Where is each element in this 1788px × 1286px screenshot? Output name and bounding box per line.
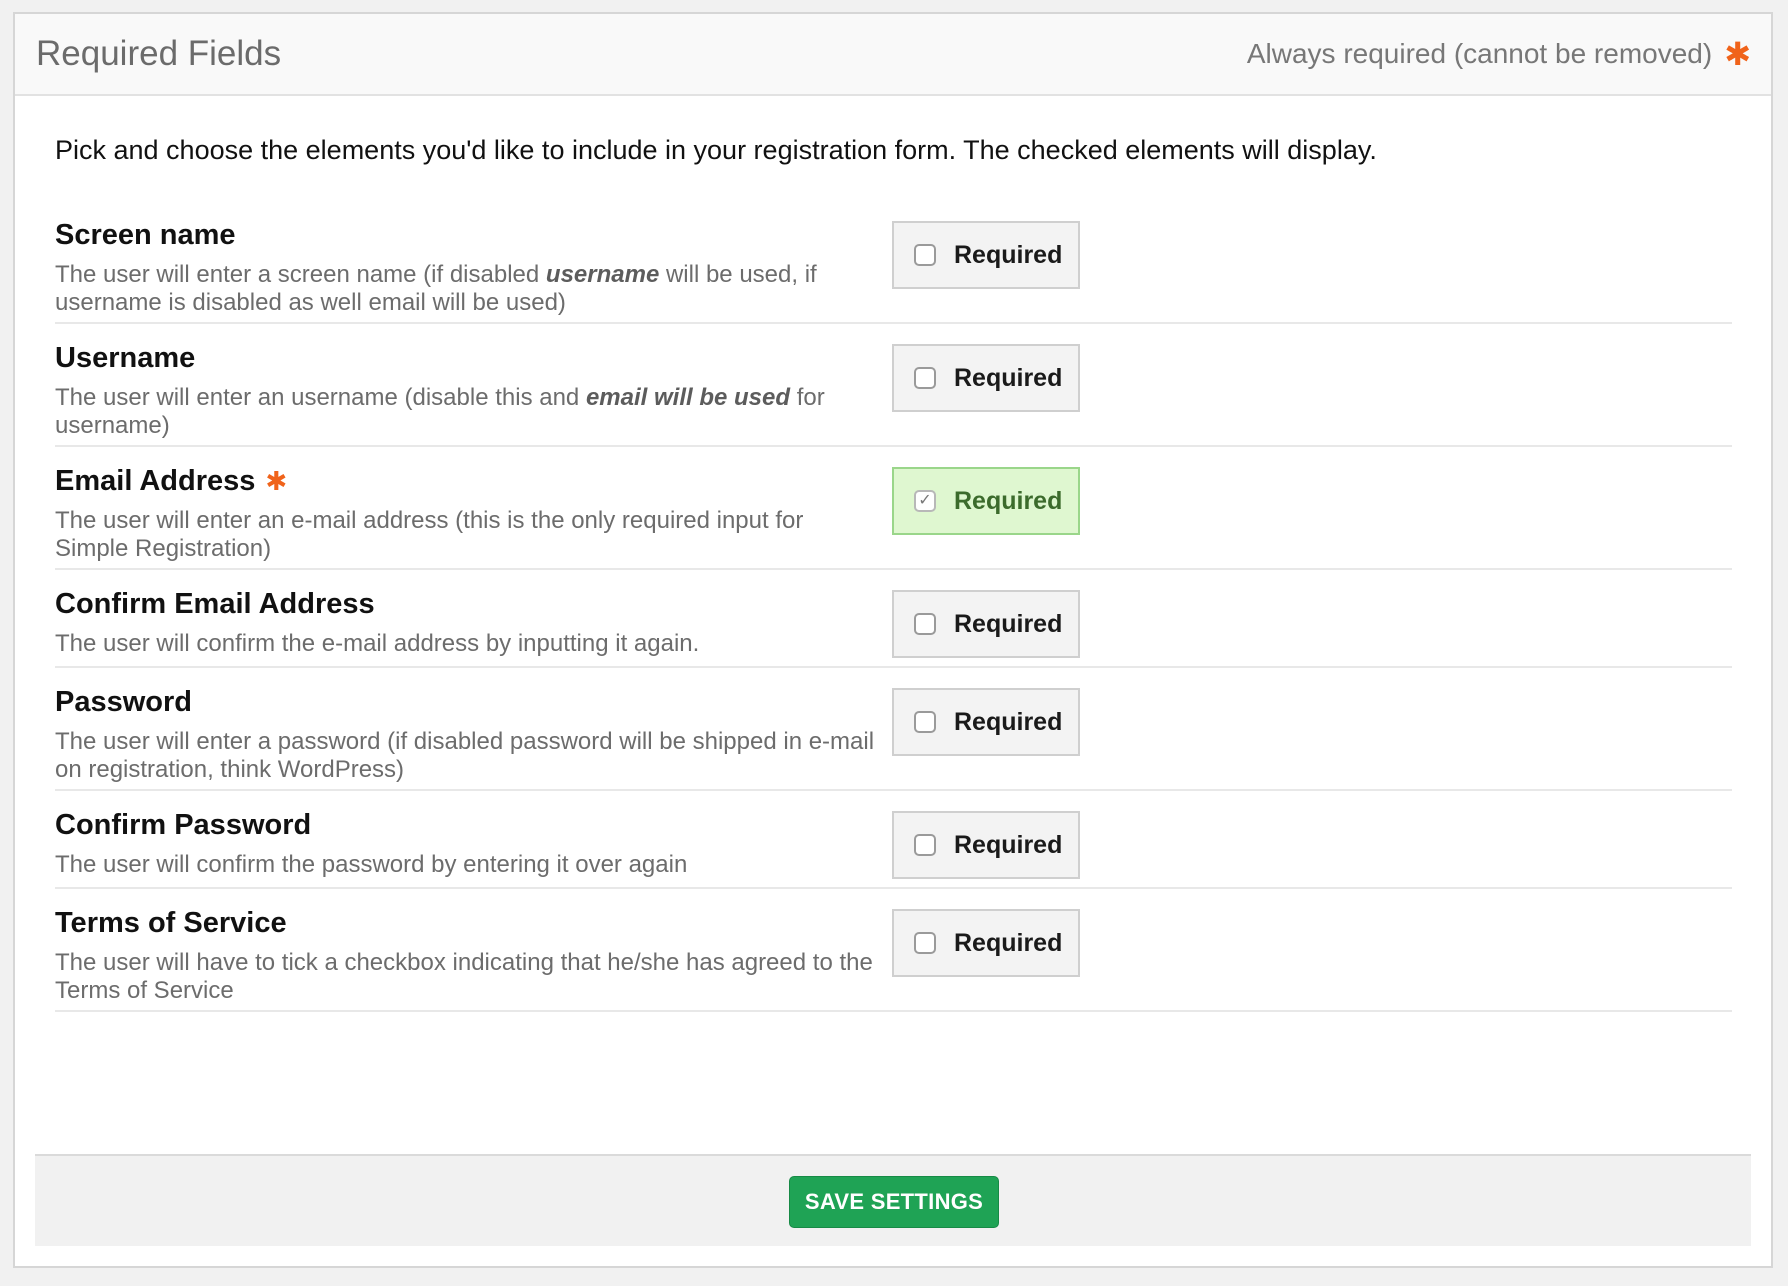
required-checkbox[interactable] xyxy=(914,932,936,954)
panel-header: Required Fields Always required (cannot … xyxy=(15,14,1771,96)
field-title: Confirm Password xyxy=(55,809,311,842)
field-description: The user will enter a screen name (if di… xyxy=(55,261,875,317)
required-label: Required xyxy=(954,830,1063,859)
field-title-text: Username xyxy=(55,342,196,374)
required-label: Required xyxy=(954,609,1063,638)
required-checkbox[interactable] xyxy=(914,367,936,389)
description-text: The user will enter a password (if disab… xyxy=(55,728,875,783)
description-emphasis: username xyxy=(545,261,660,288)
required-checkbox[interactable] xyxy=(914,834,936,856)
field-row-email-address: Email Address ✱ The user will enter an e… xyxy=(55,447,1732,570)
always-required-legend: Always required (cannot be removed) ✱ xyxy=(1247,35,1751,73)
legend-text: Always required (cannot be removed) xyxy=(1246,38,1713,69)
save-settings-button[interactable]: SAVE SETTINGS xyxy=(789,1176,999,1228)
field-list: Screen name The user will enter a screen… xyxy=(55,201,1732,1012)
required-toggle[interactable]: ✓ Required xyxy=(892,467,1080,535)
field-title: Terms of Service xyxy=(55,907,287,940)
required-toggle[interactable]: Required xyxy=(892,344,1080,412)
required-label: Required xyxy=(954,363,1063,392)
description-text: The user will have to tick a checkbox in… xyxy=(55,949,873,1004)
field-title: Screen name xyxy=(55,219,236,252)
footer-bar: SAVE SETTINGS xyxy=(35,1154,1751,1246)
asterisk-icon: ✱ xyxy=(265,466,288,497)
field-title-text: Terms of Service xyxy=(55,907,287,939)
required-toggle[interactable]: Required xyxy=(892,909,1080,977)
description-emphasis: email will be used xyxy=(585,384,791,411)
field-title-text: Screen name xyxy=(55,219,236,251)
field-title-text: Confirm Password xyxy=(55,809,312,841)
field-title: Confirm Email Address xyxy=(55,588,375,621)
field-row-terms-of-service: Terms of Service The user will have to t… xyxy=(55,889,1732,1012)
field-row-password: Password The user will enter a password … xyxy=(55,668,1732,791)
required-checkbox-checked[interactable]: ✓ xyxy=(914,490,936,512)
panel-title: Required Fields xyxy=(36,34,282,73)
field-description: The user will enter an username (disable… xyxy=(55,384,875,440)
required-toggle[interactable]: Required xyxy=(892,811,1080,879)
required-toggle[interactable]: Required xyxy=(892,688,1080,756)
field-description: The user will enter an e-mail address (t… xyxy=(55,507,875,563)
field-title-text: Password xyxy=(55,686,192,718)
required-label: Required xyxy=(954,486,1063,515)
field-title: Username xyxy=(55,342,195,375)
field-title: Email Address ✱ xyxy=(55,465,287,498)
required-fields-panel: Required Fields Always required (cannot … xyxy=(13,12,1773,1268)
field-title: Password xyxy=(55,686,192,719)
required-toggle[interactable]: Required xyxy=(892,590,1080,658)
required-checkbox[interactable] xyxy=(914,613,936,635)
required-label: Required xyxy=(954,240,1063,269)
field-description: The user will have to tick a checkbox in… xyxy=(55,949,875,1005)
description-text: The user will enter an e-mail address (t… xyxy=(55,507,804,562)
required-label: Required xyxy=(954,928,1063,957)
field-title-text: Email Address xyxy=(55,465,256,497)
required-label: Required xyxy=(954,707,1063,736)
required-checkbox[interactable] xyxy=(914,711,936,733)
description-text: The user will confirm the e-mail address… xyxy=(55,630,700,657)
field-row-screen-name: Screen name The user will enter a screen… xyxy=(55,201,1732,324)
field-row-username: Username The user will enter an username… xyxy=(55,324,1732,447)
description-text: The user will enter an username (disable… xyxy=(55,384,586,411)
field-title-text: Confirm Email Address xyxy=(55,588,375,620)
field-row-confirm-email-address: Confirm Email Address The user will conf… xyxy=(55,570,1732,668)
description-text: The user will enter a screen name (if di… xyxy=(55,261,546,288)
description-text: The user will confirm the password by en… xyxy=(55,851,688,878)
required-toggle[interactable]: Required xyxy=(892,221,1080,289)
field-description: The user will confirm the password by en… xyxy=(55,851,875,879)
field-row-confirm-password: Confirm Password The user will confirm t… xyxy=(55,791,1732,889)
intro-text: Pick and choose the elements you'd like … xyxy=(55,135,1377,165)
asterisk-icon: ✱ xyxy=(1724,35,1751,73)
field-description: The user will enter a password (if disab… xyxy=(55,728,875,784)
field-description: The user will confirm the e-mail address… xyxy=(55,630,875,658)
required-checkbox[interactable] xyxy=(914,244,936,266)
